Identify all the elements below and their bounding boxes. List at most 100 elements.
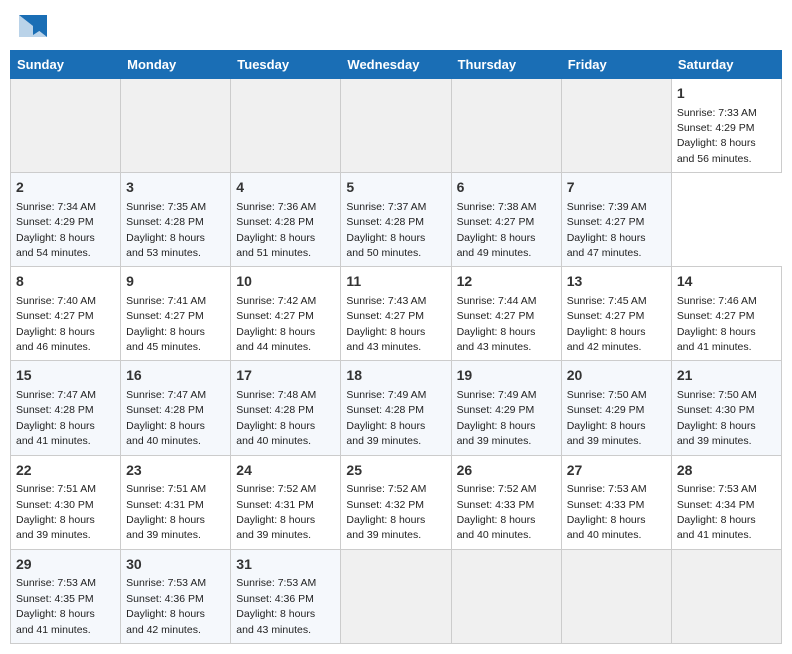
day-number: 2 [16, 178, 115, 198]
col-header-friday: Friday [561, 51, 671, 79]
calendar-cell: 9 Sunrise: 7:41 AMSunset: 4:27 PMDayligh… [121, 267, 231, 361]
day-number: 25 [346, 461, 445, 481]
page-header [10, 10, 782, 42]
day-number: 31 [236, 555, 335, 575]
day-info: Sunrise: 7:38 AMSunset: 4:27 PMDaylight:… [457, 201, 537, 259]
calendar-cell [451, 549, 561, 643]
calendar-cell [231, 79, 341, 173]
calendar-cell: 22 Sunrise: 7:51 AMSunset: 4:30 PMDaylig… [11, 455, 121, 549]
calendar-cell [341, 79, 451, 173]
day-info: Sunrise: 7:49 AMSunset: 4:29 PMDaylight:… [457, 389, 537, 447]
calendar-cell: 28 Sunrise: 7:53 AMSunset: 4:34 PMDaylig… [671, 455, 781, 549]
col-header-monday: Monday [121, 51, 231, 79]
calendar-week-0: 1 Sunrise: 7:33 AMSunset: 4:29 PMDayligh… [11, 79, 782, 173]
day-number: 8 [16, 272, 115, 292]
day-number: 28 [677, 461, 776, 481]
day-number: 19 [457, 366, 556, 386]
calendar-cell: 20 Sunrise: 7:50 AMSunset: 4:29 PMDaylig… [561, 361, 671, 455]
calendar-week-1: 2 Sunrise: 7:34 AMSunset: 4:29 PMDayligh… [11, 173, 782, 267]
day-number: 29 [16, 555, 115, 575]
day-number: 21 [677, 366, 776, 386]
calendar-cell: 19 Sunrise: 7:49 AMSunset: 4:29 PMDaylig… [451, 361, 561, 455]
day-info: Sunrise: 7:52 AMSunset: 4:31 PMDaylight:… [236, 483, 316, 541]
calendar-cell: 14 Sunrise: 7:46 AMSunset: 4:27 PMDaylig… [671, 267, 781, 361]
day-number: 22 [16, 461, 115, 481]
calendar-cell: 26 Sunrise: 7:52 AMSunset: 4:33 PMDaylig… [451, 455, 561, 549]
calendar-cell: 15 Sunrise: 7:47 AMSunset: 4:28 PMDaylig… [11, 361, 121, 455]
day-number: 6 [457, 178, 556, 198]
calendar-cell: 8 Sunrise: 7:40 AMSunset: 4:27 PMDayligh… [11, 267, 121, 361]
day-info: Sunrise: 7:41 AMSunset: 4:27 PMDaylight:… [126, 295, 206, 353]
calendar-week-5: 29 Sunrise: 7:53 AMSunset: 4:35 PMDaylig… [11, 549, 782, 643]
day-info: Sunrise: 7:47 AMSunset: 4:28 PMDaylight:… [16, 389, 96, 447]
day-info: Sunrise: 7:34 AMSunset: 4:29 PMDaylight:… [16, 201, 96, 259]
day-info: Sunrise: 7:39 AMSunset: 4:27 PMDaylight:… [567, 201, 647, 259]
day-number: 26 [457, 461, 556, 481]
calendar-cell: 25 Sunrise: 7:52 AMSunset: 4:32 PMDaylig… [341, 455, 451, 549]
day-info: Sunrise: 7:51 AMSunset: 4:31 PMDaylight:… [126, 483, 206, 541]
calendar-cell [121, 79, 231, 173]
logo-flag-icon [19, 15, 47, 37]
day-info: Sunrise: 7:40 AMSunset: 4:27 PMDaylight:… [16, 295, 96, 353]
col-header-tuesday: Tuesday [231, 51, 341, 79]
calendar-cell [451, 79, 561, 173]
calendar-cell: 18 Sunrise: 7:49 AMSunset: 4:28 PMDaylig… [341, 361, 451, 455]
calendar-cell: 7 Sunrise: 7:39 AMSunset: 4:27 PMDayligh… [561, 173, 671, 267]
day-number: 12 [457, 272, 556, 292]
day-number: 17 [236, 366, 335, 386]
day-info: Sunrise: 7:52 AMSunset: 4:32 PMDaylight:… [346, 483, 426, 541]
day-number: 24 [236, 461, 335, 481]
day-number: 13 [567, 272, 666, 292]
day-number: 11 [346, 272, 445, 292]
day-info: Sunrise: 7:42 AMSunset: 4:27 PMDaylight:… [236, 295, 316, 353]
calendar-cell [671, 549, 781, 643]
day-info: Sunrise: 7:53 AMSunset: 4:33 PMDaylight:… [567, 483, 647, 541]
day-info: Sunrise: 7:45 AMSunset: 4:27 PMDaylight:… [567, 295, 647, 353]
day-info: Sunrise: 7:48 AMSunset: 4:28 PMDaylight:… [236, 389, 316, 447]
calendar-cell: 30 Sunrise: 7:53 AMSunset: 4:36 PMDaylig… [121, 549, 231, 643]
col-header-thursday: Thursday [451, 51, 561, 79]
calendar-cell: 2 Sunrise: 7:34 AMSunset: 4:29 PMDayligh… [11, 173, 121, 267]
calendar-cell: 10 Sunrise: 7:42 AMSunset: 4:27 PMDaylig… [231, 267, 341, 361]
calendar-header-row: SundayMondayTuesdayWednesdayThursdayFrid… [11, 51, 782, 79]
calendar-cell: 16 Sunrise: 7:47 AMSunset: 4:28 PMDaylig… [121, 361, 231, 455]
day-number: 20 [567, 366, 666, 386]
day-number: 4 [236, 178, 335, 198]
day-number: 9 [126, 272, 225, 292]
day-info: Sunrise: 7:35 AMSunset: 4:28 PMDaylight:… [126, 201, 206, 259]
day-number: 18 [346, 366, 445, 386]
day-number: 3 [126, 178, 225, 198]
calendar-cell: 31 Sunrise: 7:53 AMSunset: 4:36 PMDaylig… [231, 549, 341, 643]
day-number: 5 [346, 178, 445, 198]
calendar-cell: 24 Sunrise: 7:52 AMSunset: 4:31 PMDaylig… [231, 455, 341, 549]
day-info: Sunrise: 7:44 AMSunset: 4:27 PMDaylight:… [457, 295, 537, 353]
calendar-cell [341, 549, 451, 643]
day-info: Sunrise: 7:53 AMSunset: 4:35 PMDaylight:… [16, 577, 96, 635]
day-info: Sunrise: 7:50 AMSunset: 4:30 PMDaylight:… [677, 389, 757, 447]
day-number: 23 [126, 461, 225, 481]
col-header-wednesday: Wednesday [341, 51, 451, 79]
calendar-cell [11, 79, 121, 173]
day-number: 14 [677, 272, 776, 292]
calendar-cell [561, 79, 671, 173]
calendar-cell: 29 Sunrise: 7:53 AMSunset: 4:35 PMDaylig… [11, 549, 121, 643]
calendar-week-3: 15 Sunrise: 7:47 AMSunset: 4:28 PMDaylig… [11, 361, 782, 455]
day-info: Sunrise: 7:37 AMSunset: 4:28 PMDaylight:… [346, 201, 426, 259]
day-info: Sunrise: 7:53 AMSunset: 4:36 PMDaylight:… [236, 577, 316, 635]
day-number: 7 [567, 178, 666, 198]
col-header-saturday: Saturday [671, 51, 781, 79]
day-number: 1 [677, 84, 776, 104]
calendar-cell: 27 Sunrise: 7:53 AMSunset: 4:33 PMDaylig… [561, 455, 671, 549]
day-info: Sunrise: 7:47 AMSunset: 4:28 PMDaylight:… [126, 389, 206, 447]
day-info: Sunrise: 7:33 AMSunset: 4:29 PMDaylight:… [677, 107, 757, 165]
day-number: 30 [126, 555, 225, 575]
day-info: Sunrise: 7:36 AMSunset: 4:28 PMDaylight:… [236, 201, 316, 259]
day-info: Sunrise: 7:53 AMSunset: 4:36 PMDaylight:… [126, 577, 206, 635]
calendar-cell: 3 Sunrise: 7:35 AMSunset: 4:28 PMDayligh… [121, 173, 231, 267]
calendar-cell: 12 Sunrise: 7:44 AMSunset: 4:27 PMDaylig… [451, 267, 561, 361]
calendar-cell: 1 Sunrise: 7:33 AMSunset: 4:29 PMDayligh… [671, 79, 781, 173]
calendar-cell: 11 Sunrise: 7:43 AMSunset: 4:27 PMDaylig… [341, 267, 451, 361]
day-info: Sunrise: 7:43 AMSunset: 4:27 PMDaylight:… [346, 295, 426, 353]
day-info: Sunrise: 7:53 AMSunset: 4:34 PMDaylight:… [677, 483, 757, 541]
logo [15, 15, 47, 37]
